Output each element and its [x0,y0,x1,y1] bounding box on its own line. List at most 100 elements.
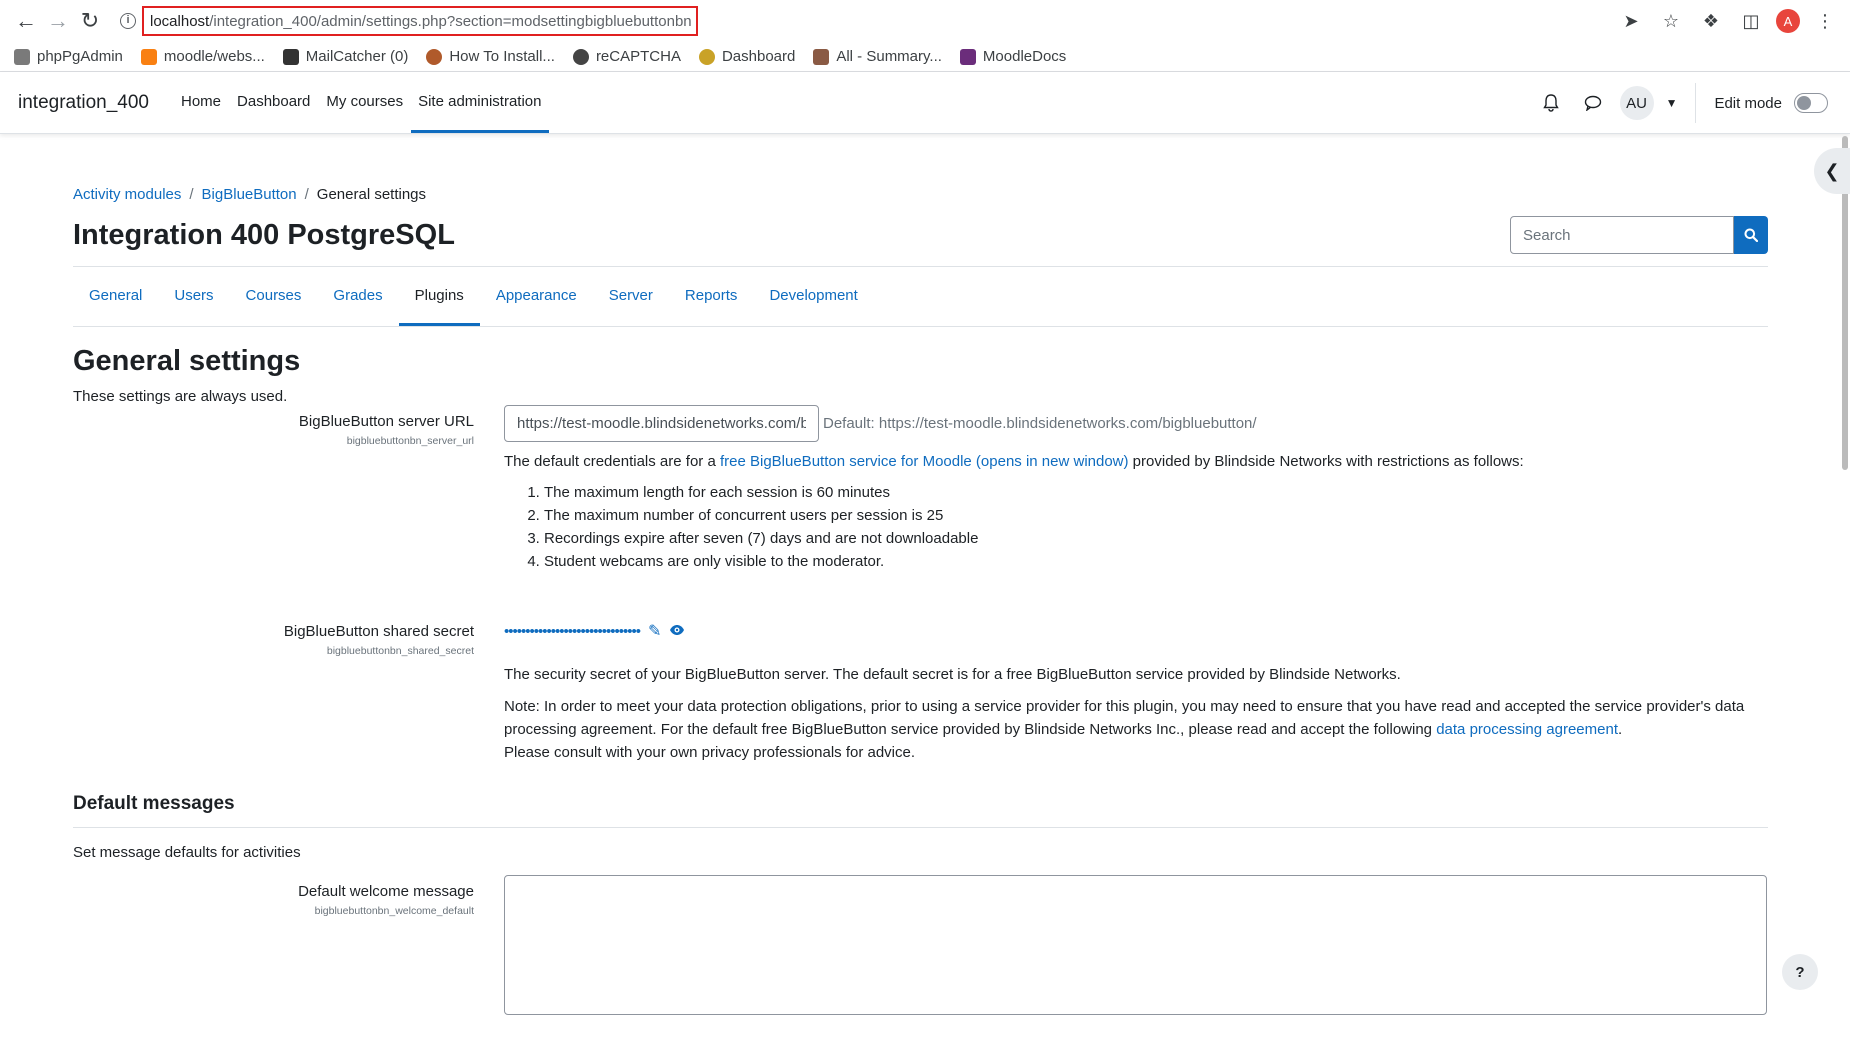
server-url-description: The default credentials are for a free B… [504,453,1524,470]
reveal-eye-icon[interactable] [669,620,685,643]
browser-actions: ➤ ☆ ❖ ◫ A ⋮ [1616,5,1840,37]
server-url-input[interactable] [504,405,819,442]
tab-general[interactable]: General [73,267,158,326]
help-button[interactable]: ? [1782,954,1818,990]
site-info-icon[interactable]: i [120,13,136,29]
server-url-label: BigBlueButton server URL [298,413,474,430]
bookmark-favicon-icon [426,48,443,65]
breadcrumb-bigbluebutton[interactable]: BigBlueButton [202,186,297,203]
send-icon[interactable]: ➤ [1616,6,1646,36]
messages-icon[interactable] [1578,88,1608,118]
address-bar[interactable]: i localhost/integration_400/admin/settin… [112,5,1612,37]
page-content: Activity modules / BigBlueButton / Gener… [73,186,1768,1043]
nav-site-administration[interactable]: Site administration [411,72,549,133]
list-item: Recordings expire after seven (7) days a… [544,527,1767,550]
setting-welcome-message: Default welcome message bigbluebuttonbn_… [73,875,1768,1043]
reload-icon[interactable]: ↻ [74,5,106,37]
server-url-input-row: Default: https://test-moodle.blindsidene… [504,405,1767,442]
edit-mode-toggle[interactable] [1794,93,1828,113]
bookmark-favicon-icon [282,48,299,65]
url-host: localhost [150,12,210,30]
shared-secret-key: bigbluebuttonbn_shared_secret [326,645,474,657]
default-messages-intro: Set message defaults for activities [73,844,301,861]
page-title: Integration 400 PostgreSQL [73,218,455,251]
shared-secret-body: •••••••••••••••••••••••••••••••• ✎ The s… [504,620,1767,764]
site-name[interactable]: integration_400 [18,72,149,133]
section-heading: General settings [73,345,301,377]
forward-icon[interactable]: → [42,5,74,37]
open-drawer-chevron-left-icon[interactable]: ❮ [1814,148,1850,194]
shared-secret-description: The security secret of your BigBlueButto… [504,666,1401,683]
bookmark-all-summary[interactable]: All - Summary... [813,48,942,65]
setting-server-url: BigBlueButton server URL bigbluebuttonbn… [73,405,1768,623]
tab-server[interactable]: Server [593,267,669,326]
bookmark-dashboard[interactable]: Dashboard [698,48,795,65]
tab-grades[interactable]: Grades [317,267,398,326]
user-menu-chevron-down-icon[interactable]: ▼ [1666,96,1678,110]
admin-tabs: General Users Courses Grades Plugins App… [73,267,1768,327]
user-menu-area: AU ▼ Edit mode [1536,72,1828,134]
breadcrumb: Activity modules / BigBlueButton / Gener… [73,186,1768,203]
setting-label-block: BigBlueButton shared secret bigbluebutto… [73,623,474,657]
extensions-icon[interactable]: ❖ [1696,6,1726,36]
shared-secret-masked[interactable]: •••••••••••••••••••••••••••••••• [504,620,641,643]
edit-mode-label: Edit mode [1714,94,1782,112]
bookmark-favicon-icon [572,48,589,65]
edit-pencil-icon[interactable]: ✎ [648,620,661,643]
tab-development[interactable]: Development [753,267,873,326]
server-url-key: bigbluebuttonbn_server_url [346,435,474,447]
restrictions-list: The maximum length for each session is 6… [544,481,1767,573]
shared-secret-label: BigBlueButton shared secret [283,623,474,640]
tab-reports[interactable]: Reports [669,267,754,326]
more-menu-icon[interactable]: ⋮ [1810,6,1840,36]
tab-appearance[interactable]: Appearance [480,267,593,326]
bookmark-recaptcha[interactable]: reCAPTCHA [572,48,681,65]
section-divider [73,827,1768,828]
moodle-navbar: integration_400 Home Dashboard My course… [0,72,1850,134]
nav-dashboard[interactable]: Dashboard [229,72,318,133]
tab-plugins[interactable]: Plugins [398,267,480,326]
welcome-message-body [504,875,1767,1022]
bookmark-moodledocs[interactable]: MoodleDocs [959,48,1066,65]
bookmarks-bar: phpPgAdmin moodle/webs... MailCatcher (0… [0,42,1850,72]
free-service-link[interactable]: free BigBlueButton service for Moodle (o… [720,453,1129,470]
bookmark-favicon-icon [14,48,30,65]
url-path: /integration_400/admin/settings.php?sect… [209,12,692,30]
search-button[interactable] [1734,216,1768,254]
search-input[interactable] [1510,216,1734,254]
page-header: Integration 400 PostgreSQL [73,216,1768,267]
bookmark-how-to-install[interactable]: How To Install... [426,48,555,65]
nav-home[interactable]: Home [173,72,229,133]
notifications-bell-icon[interactable] [1536,88,1566,118]
nav-my-courses[interactable]: My courses [318,72,411,133]
welcome-message-textarea[interactable] [504,875,1767,1015]
url-text[interactable]: localhost/integration_400/admin/settings… [142,6,698,36]
bookmark-favicon-icon [959,48,976,65]
server-url-body: Default: https://test-moodle.blindsidene… [504,405,1767,573]
data-processing-agreement-link[interactable]: data processing agreement [1436,721,1618,738]
breadcrumb-current: General settings [316,186,427,203]
primary-navigation: Home Dashboard My courses Site administr… [173,72,549,133]
bookmark-mailcatcher[interactable]: MailCatcher (0) [282,48,408,65]
data-protection-note: Note: In order to meet your data protect… [504,698,1745,761]
breadcrumb-activity-modules[interactable]: Activity modules [73,186,181,203]
bookmark-star-icon[interactable]: ☆ [1656,6,1686,36]
side-panel-icon[interactable]: ◫ [1736,6,1766,36]
bookmark-moodle-webs[interactable]: moodle/webs... [140,48,265,65]
setting-label-block: BigBlueButton server URL bigbluebuttonbn… [73,413,474,447]
bookmark-favicon-icon [813,48,830,65]
user-avatar[interactable]: AU [1619,86,1654,120]
navbar-divider [1695,83,1697,123]
bookmark-favicon-icon [698,48,715,65]
browser-toolbar: ← → ↻ i localhost/integration_400/admin/… [0,0,1850,42]
back-icon[interactable]: ← [10,5,42,37]
tab-users[interactable]: Users [158,267,229,326]
bookmark-phppgadmin[interactable]: phpPgAdmin [14,48,123,65]
breadcrumb-separator: / [304,186,309,203]
profile-avatar[interactable]: A [1776,9,1800,33]
tab-courses[interactable]: Courses [230,267,318,326]
list-item: Student webcams are only visible to the … [544,550,1767,573]
default-messages-heading: Default messages [73,793,235,814]
bookmark-favicon-icon [140,48,157,65]
list-item: The maximum length for each session is 6… [544,481,1767,504]
